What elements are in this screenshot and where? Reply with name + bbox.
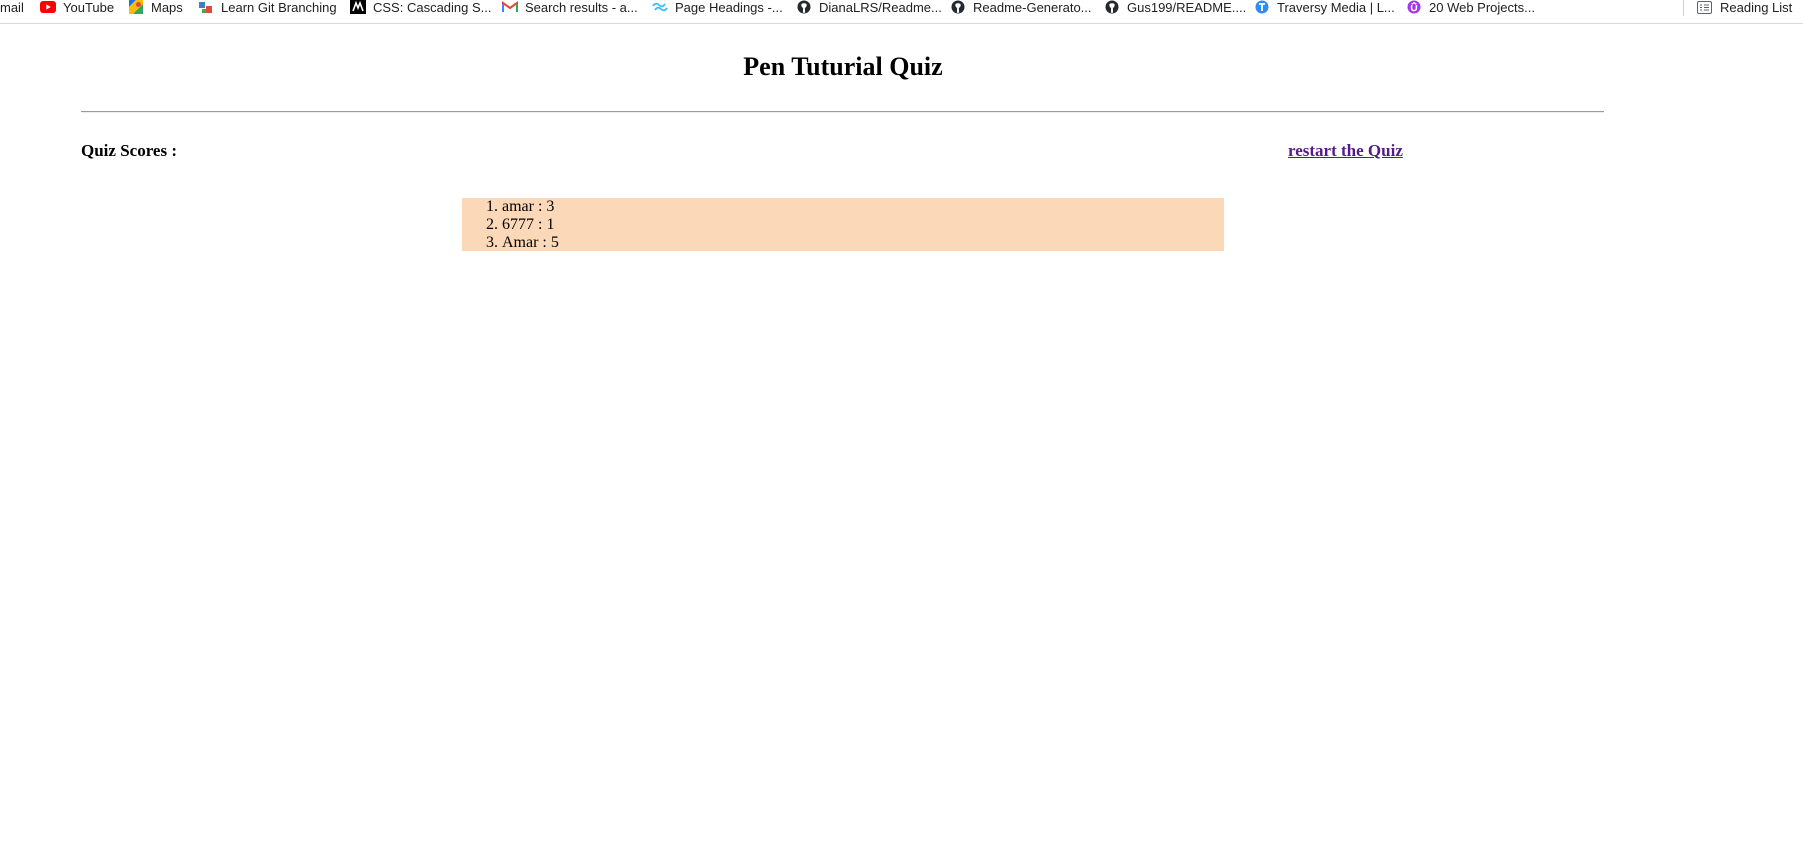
- bookmark-gus199-readme[interactable]: Gus199/README....: [1104, 0, 1247, 15]
- bookmark-label: 20 Web Projects...: [1429, 0, 1535, 15]
- gmail-icon: [502, 0, 518, 14]
- bookmark-css-cascading[interactable]: CSS: Cascading S...: [350, 0, 492, 15]
- bookmark-label: Gus199/README....: [1127, 0, 1247, 15]
- bookmark-label: DianaLRS/Readme...: [819, 0, 942, 15]
- github-icon: [1104, 0, 1120, 14]
- bookmark-label: Learn Git Branching: [221, 0, 337, 15]
- bookmark-traversy-media[interactable]: Traversy Media | L...: [1254, 0, 1395, 15]
- bookmark-label: mail: [0, 0, 24, 15]
- bookmark-dianalrs-readme[interactable]: DianaLRS/Readme...: [796, 0, 942, 15]
- tailwind-icon: [652, 0, 668, 14]
- reading-list-button[interactable]: Reading List: [1696, 0, 1793, 15]
- page-title: Pen Tuturial Quiz: [743, 52, 943, 81]
- bookmark-gmail[interactable]: mail: [0, 0, 24, 15]
- bookmark-page-headings[interactable]: Page Headings -...: [652, 0, 783, 15]
- bookmark-label: Maps: [151, 0, 183, 15]
- score-item: Amar : 5: [502, 234, 1224, 252]
- reading-list-icon: [1696, 0, 1712, 14]
- mdn-icon: [350, 0, 366, 14]
- maps-icon: [128, 0, 144, 14]
- restart-quiz-link[interactable]: restart the Quiz: [1288, 141, 1403, 161]
- score-item: 6777 : 1: [502, 216, 1224, 234]
- github-icon: [796, 0, 812, 14]
- youtube-icon: [40, 0, 56, 14]
- traversy-icon: [1254, 0, 1270, 14]
- github-icon: [950, 0, 966, 14]
- git-branching-icon: [198, 0, 214, 14]
- bookmark-label: Page Headings -...: [675, 0, 783, 15]
- bookmark-maps[interactable]: Maps: [128, 0, 183, 15]
- bookmark-label: Readme-Generato...: [973, 0, 1092, 15]
- bookmarks-divider: [1683, 0, 1684, 16]
- reading-list-label: Reading List: [1720, 0, 1793, 15]
- bookmark-search-results[interactable]: Search results - a...: [502, 0, 638, 15]
- bookmark-label: CSS: Cascading S...: [373, 0, 492, 15]
- udemy-icon: [1406, 0, 1422, 14]
- bookmark-readme-generator[interactable]: Readme-Generato...: [950, 0, 1092, 15]
- quiz-scores-heading: Quiz Scores :: [81, 141, 178, 160]
- bookmarks-bar: mail YouTube Maps Learn Git Branching CS…: [0, 0, 1803, 24]
- horizontal-rule: [81, 111, 1604, 113]
- score-item: amar : 3: [502, 198, 1224, 216]
- bookmark-20-web-projects[interactable]: 20 Web Projects...: [1406, 0, 1535, 15]
- bookmark-label: Traversy Media | L...: [1277, 0, 1395, 15]
- bookmark-youtube[interactable]: YouTube: [40, 0, 115, 15]
- bookmark-learn-git-branching[interactable]: Learn Git Branching: [198, 0, 337, 15]
- bookmark-label: Search results - a...: [525, 0, 638, 15]
- scores-list: amar : 3 6777 : 1 Amar : 5: [462, 198, 1224, 251]
- bookmark-label: YouTube: [63, 0, 115, 15]
